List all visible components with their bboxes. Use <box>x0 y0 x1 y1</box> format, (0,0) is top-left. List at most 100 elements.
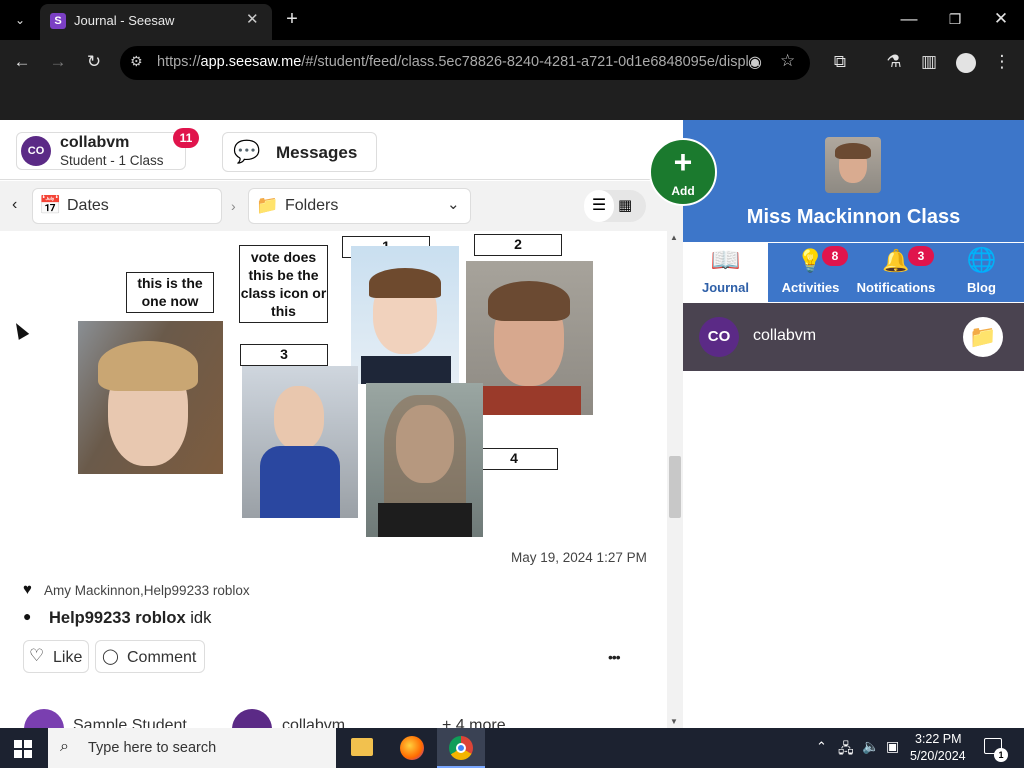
side-panel-icon[interactable]: ▥ <box>918 52 940 72</box>
class-panel: Miss Mackinnon Class 📖 Journal 💡 Activit… <box>683 120 1024 728</box>
scroll-up-icon[interactable]: ▲ <box>670 233 678 242</box>
chevron-down-icon: ⌄ <box>447 196 460 213</box>
next-more[interactable]: + 4 more <box>442 717 506 728</box>
search-icon: ⌕ <box>60 738 69 755</box>
tab-activities-label: Activities <box>781 280 840 295</box>
taskbar-search-box[interactable]: ⌕ Type here to search <box>48 728 336 768</box>
url-path: /#/student/feed/class.5ec78826-8240-4281… <box>301 54 761 70</box>
scroll-down-icon[interactable]: ▼ <box>670 717 678 726</box>
clock-time[interactable]: 3:22 PM <box>915 732 962 746</box>
tab-blog-label: Blog <box>967 280 996 295</box>
tracking-eye-icon[interactable]: ◉ <box>748 52 762 72</box>
photo-3 <box>242 366 358 518</box>
browser-tab[interactable]: S Journal - Seesaw ✕ <box>40 4 272 40</box>
profile-avatar-icon[interactable] <box>956 53 976 73</box>
like-label: Like <box>53 649 83 666</box>
tab-title: Journal - Seesaw <box>74 13 175 28</box>
more-options-icon[interactable]: ••• <box>608 649 621 665</box>
student-name: collabvm <box>753 327 817 344</box>
student-row[interactable]: CO collabvm 📁 <box>683 303 1024 371</box>
restore-icon[interactable]: ❐ <box>944 9 966 29</box>
new-tab-icon[interactable]: + <box>281 9 303 29</box>
user-avatar: CO <box>21 136 51 166</box>
search-placeholder: Type here to search <box>88 740 217 756</box>
prev-arrow-icon[interactable]: ‹ <box>12 196 17 214</box>
calendar-icon: 📅 <box>39 195 62 215</box>
tab-blog[interactable]: 🌐 Blog <box>939 242 1024 302</box>
user-name: collabvm <box>60 134 130 151</box>
folder-black-icon: 📁 <box>969 324 997 349</box>
filter-separator-icon: › <box>231 198 236 214</box>
next-name-1: Sample Student <box>73 717 187 728</box>
chrome-menu-icon[interactable]: ⋮ <box>991 52 1013 72</box>
comment-author[interactable]: Help99233 roblox <box>49 609 186 627</box>
label-vote: vote does this be the class icon or this <box>239 245 328 323</box>
browser-tab-bar: ⌄ S Journal - Seesaw ✕ + — ❐ ✕ <box>0 0 1024 40</box>
back-icon[interactable]: ← <box>11 52 33 72</box>
windows-taskbar: ⌕ Type here to search ⌃ 🖧 🔈 ▣ 3:22 PM 5/… <box>0 728 1024 768</box>
bookmark-star-icon[interactable]: ☆ <box>780 51 795 71</box>
chrome-taskbar-icon[interactable] <box>437 728 485 768</box>
file-explorer-icon[interactable] <box>351 738 373 756</box>
folders-filter[interactable]: 📁 Folders ⌄ <box>248 188 471 224</box>
calendar-view-icon[interactable]: ▦ <box>618 196 632 214</box>
device-icon[interactable]: ▣ <box>886 738 899 755</box>
plus-icon: + <box>673 144 693 180</box>
class-icon-photo[interactable] <box>825 137 881 193</box>
book-icon: 📖 <box>710 247 741 274</box>
comment-bubble-icon: ● <box>23 608 32 624</box>
next-name-2: collabvm <box>282 717 346 728</box>
comment-text: idk <box>190 609 212 627</box>
feed-scrollbar[interactable]: ▲ ▼ <box>667 231 683 728</box>
forward-icon[interactable]: → <box>47 52 69 72</box>
like-button[interactable]: ♡ Like <box>23 640 89 673</box>
comment-button[interactable]: ◯ Comment <box>95 640 205 673</box>
photo-2 <box>466 261 593 415</box>
show-hidden-icons-icon[interactable]: ⌃ <box>816 739 827 755</box>
add-button[interactable]: + Add <box>649 138 717 206</box>
heart-outline-icon: ♡ <box>29 646 45 665</box>
tab-notifications[interactable]: 🔔 Notifications 3 <box>853 242 939 302</box>
bookmarks-bar <box>0 86 1024 120</box>
extensions-icon[interactable]: ⧉ <box>829 52 851 72</box>
next-avatar-1 <box>24 709 64 728</box>
user-account-button[interactable]: CO collabvm Student - 1 Class <box>16 132 186 170</box>
photo-current <box>78 321 223 474</box>
close-tab-icon[interactable]: ✕ <box>246 10 259 28</box>
network-icon[interactable]: 🖧 <box>838 738 854 762</box>
account-notification-badge: 11 <box>173 128 199 148</box>
tab-journal-label: Journal <box>702 280 749 295</box>
student-folder-button[interactable]: 📁 <box>963 317 1003 357</box>
post-timestamp: May 19, 2024 1:27 PM <box>511 550 647 565</box>
labs-flask-icon[interactable]: ⚗ <box>883 52 905 72</box>
start-windows-icon[interactable] <box>14 740 32 758</box>
folder-icon: 📁 <box>256 195 279 215</box>
scroll-thumb[interactable] <box>669 456 681 518</box>
volume-muted-icon[interactable]: 🔈 <box>862 738 879 755</box>
url-host: app.seesaw.me <box>200 54 302 70</box>
messages-button[interactable]: 💬 Messages <box>222 132 377 172</box>
tab-notifications-label: Notifications <box>856 280 936 295</box>
tab-list-icon[interactable]: ⌄ <box>9 10 31 30</box>
action-center-badge: 1 <box>994 748 1008 762</box>
student-avatar: CO <box>699 317 739 357</box>
site-info-icon[interactable]: ⚙ <box>130 53 143 70</box>
clock-date[interactable]: 5/20/2024 <box>910 749 966 763</box>
firefox-icon[interactable] <box>400 736 424 760</box>
comment-line: Help99233 roblox idk <box>49 609 211 628</box>
reload-icon[interactable]: ↻ <box>83 52 105 72</box>
tab-activities[interactable]: 💡 Activities 8 <box>768 242 853 302</box>
likes-list[interactable]: Amy Mackinnon,Help99233 roblox <box>44 583 250 598</box>
list-view-icon[interactable]: ☰ <box>584 190 614 222</box>
close-window-icon[interactable]: ✕ <box>990 9 1012 29</box>
minimize-icon[interactable]: — <box>898 9 920 29</box>
tab-journal[interactable]: 📖 Journal <box>683 242 768 302</box>
label-2: 2 <box>474 234 562 256</box>
seesaw-favicon-icon: S <box>50 13 66 29</box>
dates-label: Dates <box>67 197 109 214</box>
url-bar[interactable]: ⚙ https://app.seesaw.me/#/student/feed/c… <box>120 46 810 80</box>
dates-filter[interactable]: 📅 Dates <box>32 188 222 224</box>
comment-outline-icon: ◯ <box>102 648 119 665</box>
class-name: Miss Mackinnon Class <box>746 206 961 228</box>
url-prefix: https:// <box>157 54 201 70</box>
